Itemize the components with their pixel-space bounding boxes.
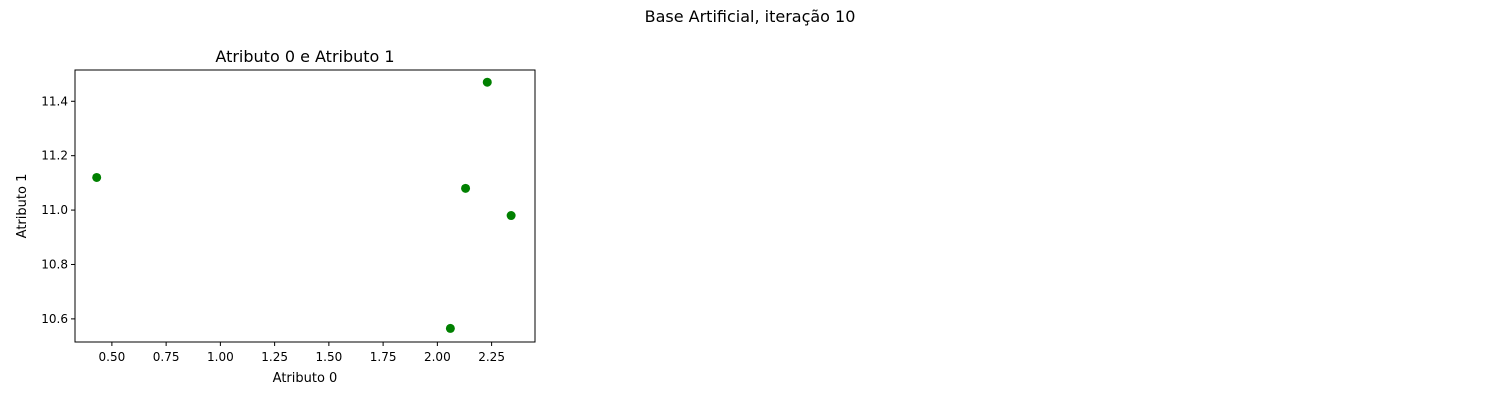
figure-suptitle: Base Artificial, iteração 10 xyxy=(645,7,856,26)
y-tick-label: 10.8 xyxy=(41,257,68,271)
y-tick-label: 11.2 xyxy=(41,149,68,163)
x-tick-label: 2.25 xyxy=(478,350,505,364)
x-tick-label: 1.25 xyxy=(261,350,288,364)
figure: Base Artificial, iteração 10 Atributo 0 … xyxy=(0,0,1500,400)
x-axis-label: Atributo 0 xyxy=(273,371,338,386)
scatter-chart: Base Artificial, iteração 10 Atributo 0 … xyxy=(15,7,856,386)
data-point xyxy=(461,183,471,193)
x-tick-label: 1.00 xyxy=(207,350,234,364)
y-tick-label: 11.0 xyxy=(41,203,68,217)
data-point xyxy=(506,211,516,221)
ticks-layer: 0.50 0.75 1.00 1.25 1.50 1.75 2.00 2.25 10.6 10.8… xyxy=(41,94,505,364)
x-tick-label: 1.50 xyxy=(316,350,343,364)
x-tick-label: 1.75 xyxy=(370,350,397,364)
y-axis-label: Atributo 1 xyxy=(15,174,30,239)
y-tick-label: 10.6 xyxy=(41,312,68,326)
data-point xyxy=(445,323,455,333)
points-layer xyxy=(92,77,516,333)
y-tick-label: 11.4 xyxy=(41,94,68,108)
data-point xyxy=(92,172,102,182)
x-tick-label: 0.50 xyxy=(99,350,126,364)
chart-title: Atributo 0 e Atributo 1 xyxy=(215,47,394,66)
data-point xyxy=(482,77,492,87)
x-tick-label: 0.75 xyxy=(153,350,180,364)
x-tick-label: 2.00 xyxy=(424,350,451,364)
plot-frame xyxy=(74,69,536,343)
